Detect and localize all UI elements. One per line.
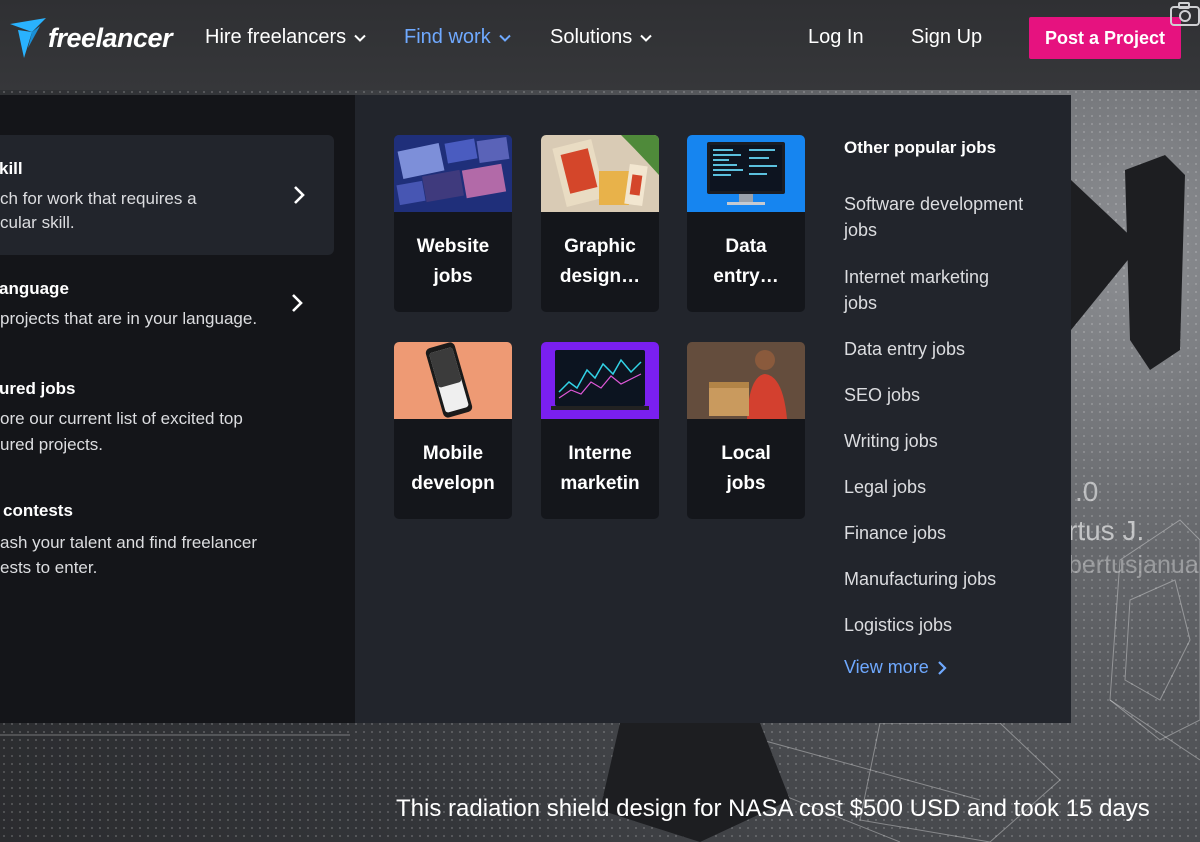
job-card-label: Mobile developn xyxy=(411,443,495,494)
nav-hire-freelancers[interactable]: Hire freelancers xyxy=(205,26,366,49)
option-title: anguage xyxy=(0,279,69,298)
nav-find-work-label: Find work xyxy=(404,26,491,48)
popular-job-link-seo[interactable]: SEO jobs xyxy=(844,382,1044,408)
popular-job-link-writing[interactable]: Writing jobs xyxy=(844,428,1044,454)
nav-hire-freelancers-label: Hire freelancers xyxy=(205,26,347,48)
logo-wordmark: freelancer xyxy=(48,22,173,53)
job-card-internet-marketing[interactable]: Interne marketin xyxy=(541,342,659,519)
nav-solutions[interactable]: Solutions xyxy=(550,26,652,49)
view-more-label: View more xyxy=(844,657,929,677)
option-description-line: projects that are in your language. xyxy=(0,309,258,328)
job-card-label: Interne marketin xyxy=(560,443,640,494)
hero-rating: .0 xyxy=(1075,476,1099,507)
hero-freelancer-handle: bertusjanua xyxy=(1068,551,1199,579)
option-description-line: ash your talent and find freelancer xyxy=(0,533,258,552)
website-jobs-thumbnail xyxy=(394,135,512,212)
job-card-mobile-development[interactable]: Mobile developn xyxy=(394,342,512,519)
other-popular-jobs-heading: Other popular jobs xyxy=(844,138,997,157)
option-browse-by-language[interactable]: anguage projects that are in your langua… xyxy=(0,270,334,350)
option-browse-by-skill[interactable]: kill ch for work that requires a cular s… xyxy=(0,135,334,255)
popular-job-link-data-entry[interactable]: Data entry jobs xyxy=(844,336,1044,362)
chevron-down-icon xyxy=(354,34,366,42)
chevron-right-icon xyxy=(937,660,947,675)
graphic-design-jobs-thumbnail xyxy=(541,135,659,212)
option-description-line: ured projects. xyxy=(0,435,103,454)
data-entry-jobs-thumbnail xyxy=(687,135,805,212)
job-card-label: Website jobs xyxy=(416,236,490,287)
freelancer-bird-icon xyxy=(10,18,46,58)
nav-find-work[interactable]: Find work xyxy=(404,26,511,49)
option-description-line: ests to enter. xyxy=(0,558,98,577)
hero-caption: This radiation shield design for NASA co… xyxy=(396,795,1150,822)
option-title: ured jobs xyxy=(0,379,76,398)
chevron-down-icon xyxy=(640,34,652,42)
popular-job-link-software-development[interactable]: Software development jobs xyxy=(844,191,1044,243)
local-jobs-thumbnail xyxy=(687,342,805,419)
hero-freelancer-name: rtus J. xyxy=(1068,515,1145,546)
job-card-website[interactable]: Website jobs xyxy=(394,135,512,312)
option-title: contests xyxy=(3,501,73,520)
mobile-development-jobs-thumbnail xyxy=(394,342,512,419)
freelancer-logo[interactable]: freelancer xyxy=(10,18,173,58)
signup-link[interactable]: Sign Up xyxy=(911,26,982,49)
option-contests[interactable]: contests ash your talent and find freela… xyxy=(0,492,334,592)
job-card-label: Data entry… xyxy=(713,236,779,287)
option-description-line: ore our current list of excited top xyxy=(0,409,243,428)
login-link[interactable]: Log In xyxy=(808,26,864,49)
find-work-options-column: kill ch for work that requires a cular s… xyxy=(0,95,355,723)
option-title: kill xyxy=(0,159,23,178)
option-description-line: cular skill. xyxy=(0,213,75,232)
popular-job-link-manufacturing[interactable]: Manufacturing jobs xyxy=(844,566,1044,592)
camera-icon[interactable] xyxy=(1168,0,1200,26)
chevron-right-icon xyxy=(294,186,305,204)
job-card-graphic-design[interactable]: Graphic design… xyxy=(541,135,659,312)
find-work-dropdown-menu: kill ch for work that requires a cular s… xyxy=(0,95,1071,723)
job-card-local-jobs[interactable]: Local jobs xyxy=(687,342,805,519)
view-more-link[interactable]: View more xyxy=(844,657,947,678)
job-categories-column: Website jobs Graphic design… Data entry…… xyxy=(355,95,1071,723)
popular-job-link-legal[interactable]: Legal jobs xyxy=(844,474,1044,500)
job-card-label: Graphic design… xyxy=(559,236,641,287)
option-description-line: ch for work that requires a xyxy=(0,189,197,208)
internet-marketing-jobs-thumbnail xyxy=(541,342,659,419)
top-navigation-bar: freelancer Hire freelancers Find work So… xyxy=(0,0,1200,90)
job-card-data-entry[interactable]: Data entry… xyxy=(687,135,805,312)
option-featured-jobs[interactable]: ured jobs ore our current list of excite… xyxy=(0,370,334,470)
popular-job-link-finance[interactable]: Finance jobs xyxy=(844,520,1044,546)
popular-job-link-logistics[interactable]: Logistics jobs xyxy=(844,612,1044,638)
job-card-label: Local jobs xyxy=(721,443,771,494)
chevron-down-icon xyxy=(498,34,511,42)
post-project-button[interactable]: Post a Project xyxy=(1029,17,1181,59)
chevron-right-icon xyxy=(292,294,303,312)
popular-job-link-internet-marketing[interactable]: Internet marketing jobs xyxy=(844,264,1044,316)
nav-solutions-label: Solutions xyxy=(550,26,633,48)
